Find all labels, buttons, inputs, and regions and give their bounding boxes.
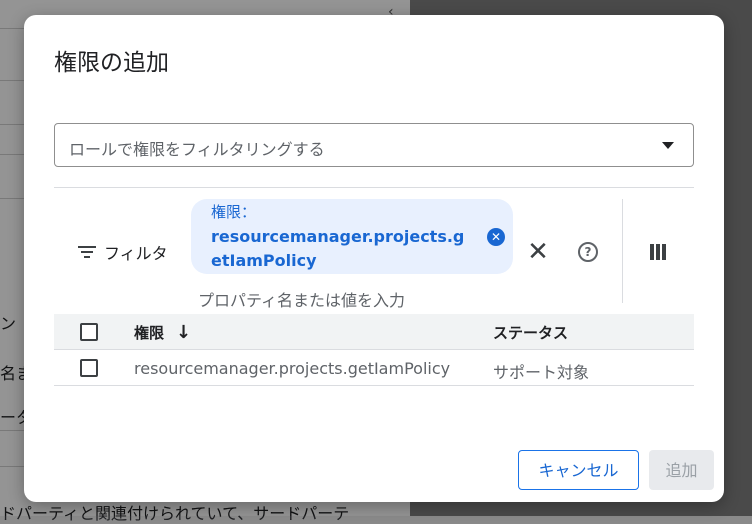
filter-button[interactable]: フィルタ — [78, 240, 168, 264]
chip-key: 権限： — [211, 203, 257, 221]
dialog-title: 権限の追加 — [54, 50, 169, 76]
view-column-icon[interactable] — [650, 244, 666, 260]
arrow-downward-icon: ↓ — [176, 322, 192, 343]
filter-list-icon — [78, 245, 96, 259]
cancel-button[interactable]: キャンセル — [518, 450, 639, 490]
column-header-status[interactable]: ステータス — [493, 322, 568, 343]
row-permission: resourcemanager.projects.getIamPolicy — [134, 359, 451, 378]
close-icon[interactable]: ✕ — [526, 239, 550, 265]
filter-chip[interactable]: 権限： resourcemanager.projects.getIamPolic… — [191, 199, 513, 274]
table-row[interactable]: resourcemanager.projects.getIamPolicy サポ… — [54, 350, 694, 386]
cancel-circle-icon[interactable]: ✕ — [487, 228, 505, 246]
role-filter-placeholder: ロールで権限をフィルタリングする — [69, 140, 325, 159]
add-permissions-dialog: 権限の追加 ロールで権限をフィルタリングする フィルタ 権限： resource… — [24, 15, 724, 502]
table-header: 権限 ↓ ステータス — [54, 314, 694, 350]
permissions-table: 権限 ↓ ステータス resourcemanager.projects.getI… — [54, 314, 694, 386]
section-divider — [54, 187, 694, 188]
column-header-permission-label: 権限 — [134, 324, 165, 342]
filter-label: フィルタ — [104, 244, 168, 263]
help-circle-icon[interactable]: ? — [578, 242, 598, 262]
arrow-drop-down-icon — [662, 142, 674, 149]
column-header-permission[interactable]: 権限 ↓ — [134, 322, 191, 343]
add-button[interactable]: 追加 — [649, 450, 714, 490]
role-filter-select[interactable]: ロールで権限をフィルタリングする — [54, 123, 694, 167]
chip-value: resourcemanager.projects.getIamPolicy — [211, 227, 465, 270]
row-status: サポート対象 — [493, 363, 590, 382]
select-all-checkbox[interactable] — [80, 323, 98, 341]
filter-input[interactable]: プロパティ名または値を入力 — [198, 287, 405, 311]
row-checkbox[interactable] — [80, 359, 98, 377]
toolbar-divider — [622, 199, 623, 303]
